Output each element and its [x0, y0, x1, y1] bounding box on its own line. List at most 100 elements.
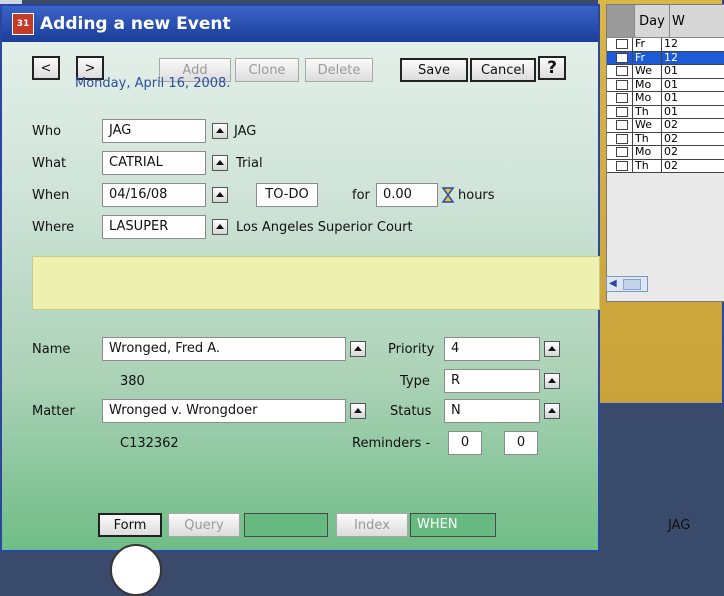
row-checkbox[interactable]	[616, 93, 628, 103]
current-user: JAG	[668, 518, 691, 533]
status-field[interactable]: N	[444, 399, 540, 423]
title-bar: 31 Adding a new Event	[2, 6, 598, 42]
index-button[interactable]: Index	[336, 513, 408, 537]
row-day: Th	[632, 105, 661, 118]
row-w: 02	[661, 119, 724, 132]
when-time-field[interactable]: TO-DO	[256, 183, 318, 207]
grid-row[interactable]: Th 02	[607, 159, 724, 173]
status-lookup-button[interactable]	[544, 403, 560, 419]
grid-horizontal-scrollbar[interactable]: ◀	[606, 276, 648, 292]
row-checkbox[interactable]	[616, 79, 628, 90]
grid-row[interactable]: Fr 12	[607, 38, 724, 52]
grid-row[interactable]: Th 02	[607, 132, 724, 146]
back-button[interactable]: <	[32, 56, 60, 80]
grid-row[interactable]: Mo 01	[607, 78, 724, 92]
grid-corner	[607, 5, 635, 37]
reminder-1-field[interactable]: 0	[448, 431, 482, 455]
reminder-2-field[interactable]: 0	[504, 431, 538, 455]
priority-field[interactable]: 4	[444, 337, 540, 361]
name-field[interactable]: Wronged, Fred A.	[102, 337, 346, 361]
where-description: Los Angeles Superior Court	[236, 220, 413, 235]
who-description: JAG	[234, 124, 257, 139]
scroll-left-icon[interactable]: ◀	[609, 278, 617, 289]
reminders-label: Reminders -	[352, 436, 431, 451]
what-field[interactable]: CATRIAL	[102, 151, 206, 175]
window-title: Adding a new Event	[40, 14, 231, 34]
scroll-thumb[interactable]	[623, 279, 641, 290]
who-lookup-button[interactable]	[212, 123, 228, 139]
save-button[interactable]: Save	[400, 58, 468, 82]
duration-unit: hours	[458, 188, 495, 203]
help-button[interactable]: ?	[538, 56, 566, 80]
duration-field[interactable]: 0.00	[376, 183, 438, 207]
row-checkbox[interactable]	[616, 133, 628, 144]
matter-id: C132362	[120, 436, 179, 451]
when-label: When	[32, 188, 70, 203]
matter-lookup-button[interactable]	[350, 403, 366, 419]
index-order-box: WHEN	[410, 513, 496, 537]
name-id: 380	[120, 374, 145, 389]
hourglass-icon[interactable]	[441, 187, 455, 203]
row-w: 02	[661, 146, 724, 159]
event-dialog: 31 Adding a new Event < > Add Clone Dele…	[0, 4, 690, 596]
grid-row[interactable]: We 01	[607, 65, 724, 79]
clone-button[interactable]: Clone	[235, 58, 299, 82]
where-field[interactable]: LASUPER	[102, 215, 206, 239]
events-list-panel: Day W Fr 12 Fr 12 We 01 Mo 01 Mo 01 Th 01 We 02 Th 02 Mo…	[596, 0, 724, 405]
query-button[interactable]: Query	[168, 513, 240, 537]
for-label: for	[352, 188, 370, 203]
what-description: Trial	[236, 156, 263, 171]
grid-rows: Fr 12 Fr 12 We 01 Mo 01 Mo 01 Th 01 We 02 Th 02 Mo 02 Th 02	[607, 38, 724, 173]
calendar-app-icon: 31	[12, 13, 34, 35]
row-day: We	[632, 65, 661, 78]
query-status-box	[244, 513, 328, 537]
priority-lookup-button[interactable]	[544, 341, 560, 357]
grid-header-w[interactable]: W	[670, 5, 724, 37]
where-label: Where	[32, 220, 75, 235]
name-label: Name	[32, 342, 71, 357]
grid-row[interactable]: Th 01	[607, 105, 724, 119]
row-w: 01	[661, 65, 724, 78]
row-w: 01	[661, 92, 724, 105]
row-checkbox[interactable]	[616, 52, 628, 63]
grid-row[interactable]: Mo 02	[607, 146, 724, 160]
name-lookup-button[interactable]	[350, 341, 366, 357]
row-day: Fr	[632, 51, 661, 64]
priority-label: Priority	[388, 342, 435, 357]
row-day: Th	[632, 132, 661, 145]
where-lookup-button[interactable]	[212, 219, 228, 235]
row-w: 12	[661, 38, 724, 51]
row-day: We	[632, 119, 661, 132]
row-checkbox[interactable]	[616, 66, 628, 76]
form-button[interactable]: Form	[98, 513, 162, 537]
row-w: 01	[661, 78, 724, 91]
row-checkbox[interactable]	[616, 106, 628, 117]
row-checkbox[interactable]	[616, 160, 628, 171]
grid-row[interactable]: Fr 12	[607, 51, 724, 65]
grid-row[interactable]: Mo 01	[607, 92, 724, 106]
when-date-field[interactable]: 04/16/08	[102, 183, 206, 207]
delete-button[interactable]: Delete	[305, 58, 373, 82]
row-w: 02	[661, 132, 724, 145]
what-label: What	[32, 156, 67, 171]
when-lookup-button[interactable]	[212, 187, 228, 203]
row-day: Fr	[632, 38, 661, 51]
type-field[interactable]: R	[444, 369, 540, 393]
grid-header: Day W	[607, 5, 724, 38]
events-grid: Day W Fr 12 Fr 12 We 01 Mo 01 Mo 01 Th 01 We 02 Th 02 Mo…	[606, 4, 724, 302]
status-label: Status	[390, 404, 432, 419]
event-notes-area[interactable]	[32, 256, 600, 310]
grid-header-day[interactable]: Day	[635, 5, 670, 37]
row-w: 12	[661, 51, 724, 64]
row-day: Mo	[632, 92, 661, 105]
who-field[interactable]: JAG	[102, 119, 206, 143]
cancel-button[interactable]: Cancel	[470, 58, 536, 82]
matter-field[interactable]: Wronged v. Wrongdoer	[102, 399, 346, 423]
row-checkbox[interactable]	[616, 147, 628, 157]
what-lookup-button[interactable]	[212, 155, 228, 171]
type-lookup-button[interactable]	[544, 373, 560, 389]
row-checkbox[interactable]	[616, 39, 628, 49]
row-checkbox[interactable]	[616, 120, 628, 130]
grid-row[interactable]: We 02	[607, 119, 724, 133]
matter-label: Matter	[32, 404, 75, 419]
